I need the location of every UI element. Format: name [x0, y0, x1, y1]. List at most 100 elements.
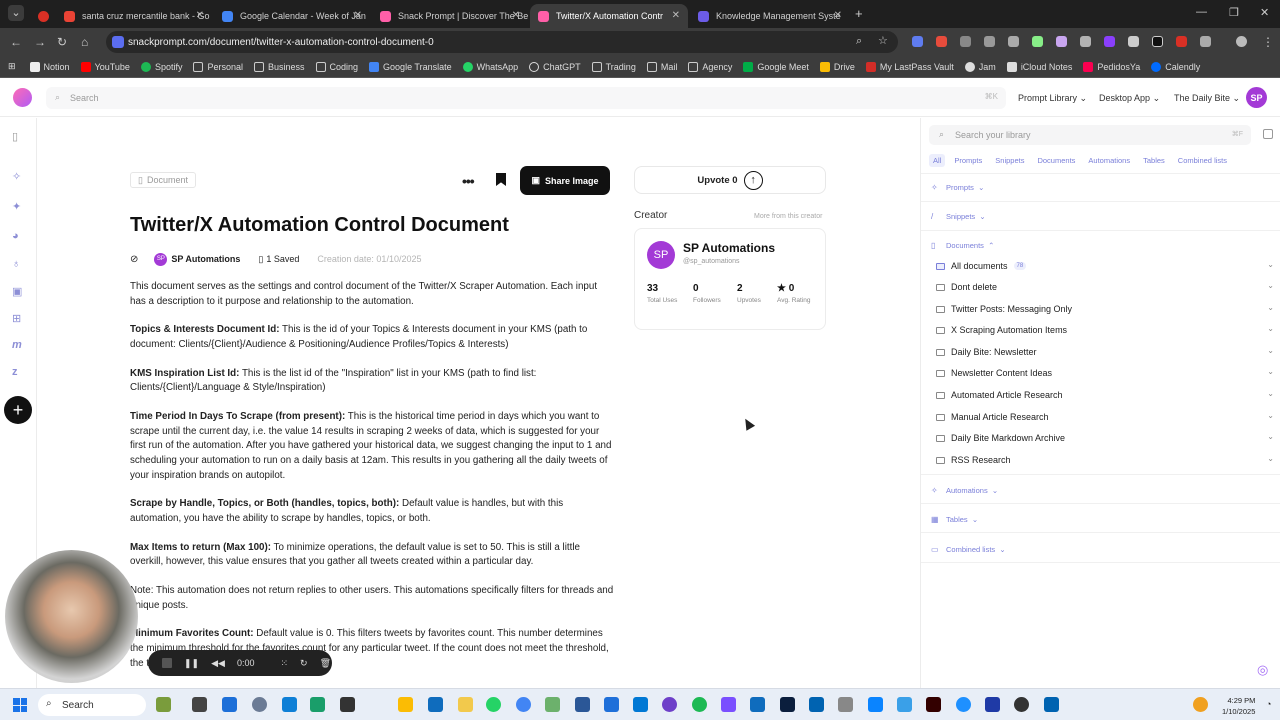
extension-icon[interactable] — [984, 36, 995, 47]
app-icon[interactable] — [985, 697, 1000, 712]
collapse-panel-icon[interactable] — [1263, 129, 1273, 139]
whatsapp-icon[interactable] — [486, 697, 501, 712]
close-window-icon[interactable]: ✕ — [1260, 6, 1269, 19]
chevron-down-icon[interactable]: ⌄ — [1267, 367, 1274, 376]
notification-avatar-icon[interactable] — [1193, 697, 1208, 712]
rewind-icon[interactable]: ◀◀ — [211, 658, 225, 669]
bookmark-google-meet[interactable]: Google Meet — [743, 61, 809, 72]
system-clock[interactable]: 4:29 PM 1/10/2025 — [1222, 695, 1255, 717]
bookmark-notion[interactable]: Notion — [29, 61, 70, 72]
section-combined-lists[interactable]: ▭ Combined lists ⌄ — [931, 545, 1006, 554]
github-icon[interactable] — [662, 697, 677, 712]
app-icon[interactable] — [310, 697, 325, 712]
upvote-button[interactable]: Upvote 0 ↑ — [634, 166, 826, 194]
bookmark-pedidosya[interactable]: PedidosYa — [1083, 61, 1140, 72]
extension-icon[interactable] — [1056, 36, 1067, 47]
bookmark-youtube[interactable]: YouTube — [80, 61, 130, 72]
chevron-down-icon[interactable]: ⌄ — [1267, 260, 1274, 269]
app-icon[interactable] — [282, 697, 297, 712]
folder-item[interactable]: Manual Article Research ⌄ — [936, 409, 1276, 425]
tab-1[interactable]: Google Calendar - Week of Jan ✕ — [214, 4, 370, 28]
app-icon[interactable] — [340, 697, 355, 712]
folder-item[interactable]: Daily Bite Markdown Archive ⌄ — [936, 430, 1276, 446]
filter-documents[interactable]: Documents — [1033, 154, 1079, 167]
chevron-down-icon[interactable]: ⌄ — [1267, 346, 1274, 355]
user-avatar[interactable]: SP — [1246, 87, 1267, 108]
filter-all[interactable]: All — [929, 154, 946, 167]
visibility-icon[interactable]: ⊘ — [130, 254, 138, 265]
spotify-icon[interactable] — [692, 697, 707, 712]
pie-icon[interactable]: ◕ — [12, 230, 19, 242]
chevron-down-icon[interactable]: ⌄ — [1267, 411, 1274, 420]
library-search-input[interactable]: ⌕ Search your library ⌘F — [929, 125, 1251, 145]
back-icon[interactable]: ← — [10, 35, 22, 49]
extension-icon[interactable] — [936, 36, 947, 47]
app-icon[interactable] — [398, 697, 413, 712]
windows-start-icon[interactable] — [13, 698, 27, 712]
snackprompt-logo[interactable] — [13, 88, 32, 107]
drawing-grid-icon[interactable]: ⁙ — [280, 658, 288, 669]
sparkle-icon[interactable]: ✧ — [12, 170, 21, 183]
bookmark-jam[interactable]: Jam — [964, 61, 996, 72]
bookmark-spotify[interactable]: Spotify — [140, 61, 182, 72]
more-options-icon[interactable]: ••• — [462, 173, 475, 189]
new-tab-icon[interactable]: + — [855, 6, 863, 21]
extension-icon[interactable] — [1080, 36, 1091, 47]
extension-icon[interactable] — [1176, 36, 1187, 47]
tab-4[interactable]: Knowledge Management Syste ✕ — [690, 4, 850, 28]
extension-icon[interactable] — [1152, 36, 1163, 47]
bookmark-mail[interactable]: Mail — [646, 61, 677, 72]
folder-item[interactable]: Automated Article Research ⌄ — [936, 387, 1276, 403]
flask-icon[interactable]: ♁ — [12, 258, 20, 270]
chevron-down-icon[interactable]: ⌄ — [1267, 324, 1274, 333]
folder-item[interactable]: Daily Bite: Newsletter ⌄ — [936, 344, 1276, 360]
bookmark-google-translate[interactable]: Google Translate — [369, 61, 452, 72]
illustrator-icon[interactable] — [926, 697, 941, 712]
grid-icon[interactable]: ⊞ — [12, 312, 21, 325]
chrome-icon[interactable] — [516, 697, 531, 712]
file-explorer-icon[interactable] — [458, 697, 473, 712]
tab-2[interactable]: Snack Prompt | Discover The Be ✕ — [372, 4, 528, 28]
bookmark-whatsapp[interactable]: WhatsApp — [462, 61, 518, 72]
filter-automations[interactable]: Automations — [1084, 154, 1134, 167]
section-prompts[interactable]: ✧ Prompts ⌄ — [931, 183, 984, 192]
section-automations[interactable]: ✧ Automations ⌄ — [931, 486, 998, 495]
openai-icon[interactable] — [1014, 697, 1029, 712]
chevron-down-icon[interactable]: ⌄ — [1267, 432, 1274, 441]
close-icon[interactable]: ✕ — [512, 10, 520, 21]
folder-item[interactable]: X Scraping Automation Items ⌄ — [936, 322, 1276, 338]
app-icon[interactable] — [222, 697, 237, 712]
bookmark-business[interactable]: Business — [253, 61, 305, 72]
notifications-icon[interactable]: ◔ — [1266, 699, 1271, 709]
widget-icon[interactable] — [156, 697, 171, 712]
section-tables[interactable]: ▦ Tables ⌄ — [931, 515, 978, 524]
section-snippets[interactable]: / Snippets ⌄ — [931, 212, 986, 221]
share-image-button[interactable]: ▣ Share Image — [520, 166, 610, 195]
restart-icon[interactable]: ↻ — [300, 658, 308, 669]
app-icon[interactable] — [604, 697, 619, 712]
folder-item[interactable]: RSS Research ⌄ — [936, 452, 1276, 468]
bookmark-chatgpt[interactable]: ChatGPT — [529, 61, 581, 72]
assistant-icon[interactable]: ◎ — [1257, 662, 1268, 678]
close-icon[interactable]: ✕ — [196, 10, 204, 21]
url-bar[interactable]: snackprompt.com/document/twitter-x-autom… — [106, 31, 898, 53]
extension-icon[interactable] — [1128, 36, 1139, 47]
apps-icon[interactable]: ⊞ — [8, 61, 16, 72]
filter-snippets[interactable]: Snippets — [991, 154, 1028, 167]
forward-icon[interactable]: → — [34, 35, 46, 49]
global-search-input[interactable]: ⌕ Search ⌘K — [46, 87, 1006, 109]
outlook-icon[interactable] — [750, 697, 765, 712]
app-icon[interactable] — [838, 697, 853, 712]
app-icon[interactable] — [956, 697, 971, 712]
make-icon[interactable]: m — [12, 339, 22, 351]
creator-name[interactable]: SP Automations — [683, 241, 775, 255]
extensions-puzzle-icon[interactable] — [1200, 36, 1211, 47]
tab-search-icon[interactable]: ⌄ — [8, 5, 24, 21]
app-icon[interactable] — [545, 697, 560, 712]
extension-icon[interactable] — [960, 36, 971, 47]
app-icon[interactable] — [897, 697, 912, 712]
app-icon[interactable] — [868, 697, 883, 712]
author-name[interactable]: SP Automations — [171, 254, 240, 264]
minimize-icon[interactable]: — — [1196, 6, 1207, 18]
all-documents-item[interactable]: All documents 78 ⌄ — [936, 258, 1276, 274]
